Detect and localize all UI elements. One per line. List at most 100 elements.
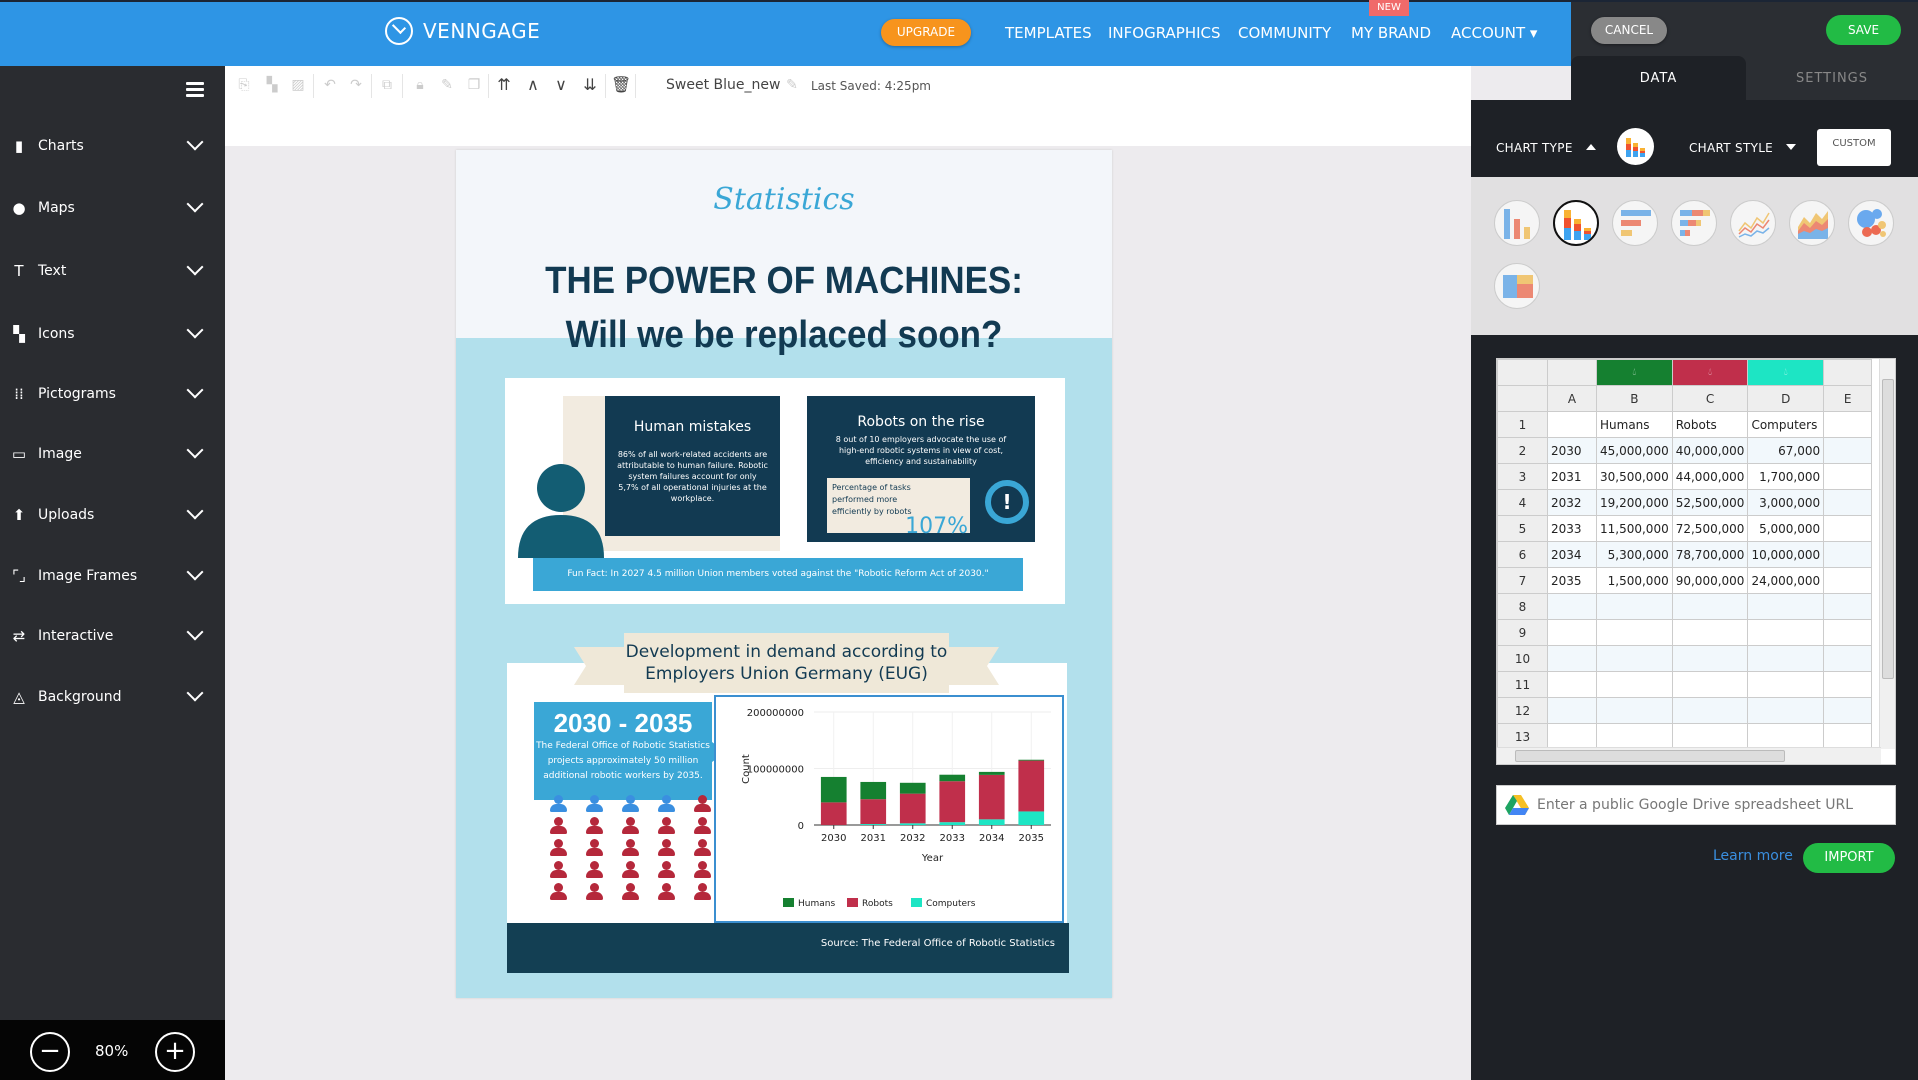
sheet-cell[interactable] <box>1596 645 1673 672</box>
sheet-cell[interactable]: 3,000,000 <box>1747 489 1825 516</box>
chart-style-label[interactable]: CHART STYLE <box>1689 141 1773 155</box>
row-number[interactable]: 13 <box>1497 723 1548 750</box>
sidebar-item-uploads[interactable]: ⬆ Uploads <box>0 495 225 535</box>
chart-type-treemap[interactable] <box>1494 263 1540 309</box>
sheet-cell[interactable] <box>1747 671 1825 698</box>
sheet-cell[interactable]: Robots <box>1671 411 1749 438</box>
sheet-cell[interactable]: Humans <box>1596 411 1673 438</box>
sheet-cell[interactable]: 10,000,000 <box>1747 541 1825 568</box>
sheet-cell[interactable] <box>1823 723 1873 750</box>
custom-style-button[interactable]: CUSTOM <box>1817 129 1891 166</box>
column-header[interactable]: C <box>1671 385 1749 412</box>
column-header[interactable]: A <box>1547 385 1597 412</box>
lock-icon[interactable]: 🔒︎ <box>411 76 429 94</box>
import-button[interactable]: IMPORT <box>1803 843 1895 873</box>
sheet-cell[interactable] <box>1547 723 1597 750</box>
sheet-cell[interactable] <box>1823 463 1873 490</box>
nav-account[interactable]: ACCOUNT ▾ <box>1451 24 1537 42</box>
row-number[interactable]: 3 <box>1497 463 1548 490</box>
sheet-cell[interactable]: 2034 <box>1547 541 1597 568</box>
sidebar-item-charts[interactable]: ▮ Charts <box>0 126 225 166</box>
pictogram-grid[interactable] <box>541 795 721 901</box>
row-number[interactable]: 2 <box>1497 437 1548 464</box>
nav-community[interactable]: COMMUNITY <box>1238 24 1331 42</box>
sheet-cell[interactable] <box>1823 515 1873 542</box>
sheet-cell[interactable] <box>1671 645 1749 672</box>
infographic-page[interactable]: Statistics THE POWER OF MACHINES: Will w… <box>456 150 1112 998</box>
save-button[interactable]: SAVE <box>1826 15 1901 45</box>
replace-image-icon[interactable]: ▨ <box>289 76 307 94</box>
column-header[interactable]: E <box>1823 385 1873 412</box>
document-name[interactable]: Sweet Blue_new <box>666 77 780 93</box>
row-number[interactable]: 8 <box>1497 593 1548 620</box>
stacked-bar-chart[interactable]: 0 100000000 200000000 2030 2031 2032 2033 2034 2… <box>714 695 1064 923</box>
row-number[interactable]: 7 <box>1497 567 1548 594</box>
undo-icon[interactable]: ↶ <box>321 76 339 94</box>
tab-data[interactable]: DATA <box>1571 56 1746 101</box>
chart-type-caret-up-icon[interactable] <box>1586 144 1596 150</box>
chart-type-area[interactable] <box>1789 200 1835 246</box>
sidebar-item-image[interactable]: ▭ Image <box>0 434 225 474</box>
sheet-cell[interactable] <box>1823 619 1873 646</box>
sheet-cell[interactable] <box>1596 619 1673 646</box>
sheet-cell[interactable]: 19,200,000 <box>1596 489 1673 516</box>
chevron-down-icon[interactable] <box>186 321 204 339</box>
sidebar-item-pictograms[interactable]: ⁞⁞ Pictograms <box>0 374 225 414</box>
duplicate-icon[interactable]: ❐ <box>465 76 483 94</box>
series-color-d[interactable]: 💧︎ <box>1747 359 1825 386</box>
sidebar-item-icons[interactable]: ▚ Icons <box>0 314 225 354</box>
sheet-cell[interactable]: 45,000,000 <box>1596 437 1673 464</box>
chevron-down-icon[interactable] <box>186 258 204 276</box>
sheet-cell[interactable] <box>1823 671 1873 698</box>
zoom-in-button[interactable]: + <box>155 1032 195 1072</box>
group-icon[interactable]: ⧉ <box>378 76 396 94</box>
chart-style-caret-down-icon[interactable] <box>1786 144 1796 150</box>
fun-fact-banner[interactable]: Fun Fact: In 2027 4.5 million Union memb… <box>533 558 1023 591</box>
facts-card[interactable]: Human mistakes 86% of all work-related a… <box>505 378 1065 604</box>
main-title[interactable]: THE POWER OF MACHINES: Will we be replac… <box>482 254 1086 362</box>
trash-icon[interactable]: 🗑︎ <box>611 76 631 94</box>
kicker-text[interactable]: Statistics <box>456 182 1112 217</box>
sheet-cell[interactable]: 11,500,000 <box>1596 515 1673 542</box>
sheet-cell[interactable] <box>1671 671 1749 698</box>
tab-settings[interactable]: SETTINGS <box>1746 56 1918 101</box>
sheet-cell[interactable]: 90,000,000 <box>1671 567 1749 594</box>
chevron-down-icon[interactable] <box>186 623 204 641</box>
chevron-down-icon[interactable] <box>186 441 204 459</box>
sheet-cell[interactable]: 78,700,000 <box>1671 541 1749 568</box>
sheet-cell[interactable] <box>1547 411 1597 438</box>
row-number[interactable]: 9 <box>1497 619 1548 646</box>
chevron-down-icon[interactable] <box>186 684 204 702</box>
sheet-cell[interactable]: 2031 <box>1547 463 1597 490</box>
column-header[interactable]: B <box>1596 385 1673 412</box>
sheet-cell[interactable]: 2030 <box>1547 437 1597 464</box>
sheet-cell[interactable] <box>1547 645 1597 672</box>
sheet-cell[interactable]: 44,000,000 <box>1671 463 1749 490</box>
current-chart-type[interactable] <box>1617 128 1654 165</box>
sheet-cell[interactable]: 5,300,000 <box>1596 541 1673 568</box>
hamburger-menu-icon[interactable] <box>186 82 204 100</box>
chevron-down-icon[interactable] <box>186 381 204 399</box>
sheet-cell[interactable] <box>1671 619 1749 646</box>
cancel-button[interactable]: CANCEL <box>1591 17 1667 44</box>
ribbon-heading[interactable]: Development in demand according to Emplo… <box>624 633 949 693</box>
sheet-cell[interactable] <box>1823 567 1873 594</box>
series-color-b[interactable]: 💧︎ <box>1596 359 1673 386</box>
edit-icon[interactable]: ✎ <box>438 76 456 94</box>
sheet-cell[interactable] <box>1547 697 1597 724</box>
chevron-down-icon[interactable] <box>186 195 204 213</box>
venngage-logo[interactable]: VENNGAGE <box>385 17 540 45</box>
transparency-icon[interactable]: ▚ <box>263 76 281 94</box>
chevron-down-icon[interactable] <box>186 133 204 151</box>
sheet-cell[interactable] <box>1823 541 1873 568</box>
row-number[interactable]: 1 <box>1497 411 1548 438</box>
series-color-c[interactable]: 💧︎ <box>1671 359 1749 386</box>
sheet-cell[interactable] <box>1596 671 1673 698</box>
sheet-cell[interactable] <box>1596 723 1673 750</box>
row-number[interactable]: 4 <box>1497 489 1548 516</box>
chart-type-label[interactable]: CHART TYPE <box>1496 141 1573 155</box>
row-number[interactable]: 10 <box>1497 645 1548 672</box>
source-footer[interactable]: Source: The Federal Office of Robotic St… <box>507 923 1069 973</box>
bring-forward-icon[interactable]: ∧ <box>524 76 542 94</box>
sheet-cell[interactable]: 2035 <box>1547 567 1597 594</box>
